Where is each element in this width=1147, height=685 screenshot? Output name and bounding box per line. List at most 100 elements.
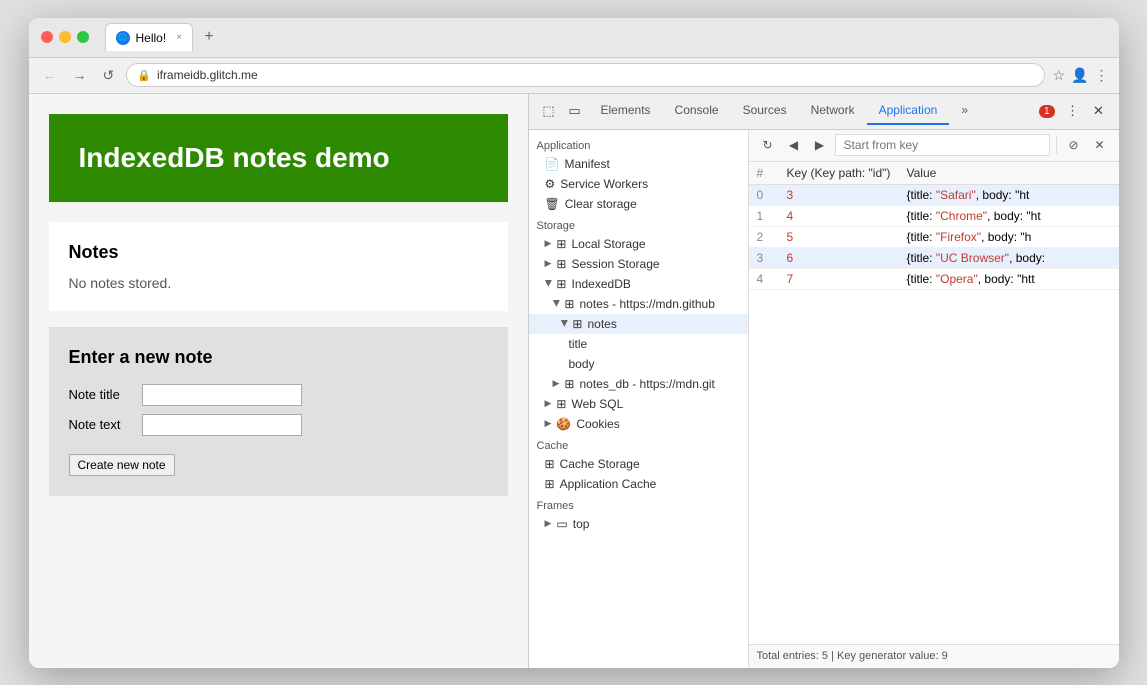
device-toolbar-icon[interactable]: ▭	[563, 99, 587, 123]
address-bar: ← → ↺ 🔒 iframeidb.glitch.me ☆ 👤 ⋮	[29, 58, 1119, 94]
cell-value: {title: "Chrome", body: "ht	[899, 205, 1119, 226]
cell-key: 3	[779, 184, 899, 205]
sidebar-item-application-cache[interactable]: ⊞ Application Cache	[529, 474, 748, 494]
sidebar-item-local-storage[interactable]: ▶ ⊞ Local Storage	[529, 234, 748, 254]
bookmark-icon[interactable]: ☆	[1053, 67, 1066, 84]
tab-elements[interactable]: Elements	[589, 97, 663, 125]
back-button[interactable]: ←	[39, 65, 61, 85]
sidebar-item-session-storage[interactable]: ▶ ⊞ Session Storage	[529, 254, 748, 274]
sidebar-item-body[interactable]: body	[529, 354, 748, 374]
devtools-close-icon[interactable]: ✕	[1087, 99, 1111, 123]
note-text-input[interactable]	[142, 414, 302, 436]
section-storage-label: Storage	[529, 214, 748, 234]
tab-application[interactable]: Application	[867, 97, 950, 125]
notes-section: Notes No notes stored.	[49, 222, 508, 311]
delete-entry-button[interactable]: ⊘	[1063, 134, 1085, 156]
cell-key: 7	[779, 268, 899, 289]
table-row[interactable]: 36{title: "UC Browser", body:	[749, 247, 1119, 268]
sidebar-item-top-frame[interactable]: ▶ ▭ top	[529, 514, 748, 534]
menu-icon[interactable]: ⋮	[1095, 67, 1109, 84]
devtools-tabs: Elements Console Sources Network Applica…	[589, 97, 1037, 125]
clear-button[interactable]: ✕	[1089, 134, 1111, 156]
notes-heading: Notes	[69, 242, 488, 263]
sidebar-item-title[interactable]: title	[529, 334, 748, 354]
sidebar-item-service-workers[interactable]: ⚙ Service Workers	[529, 174, 748, 194]
local-storage-arrow: ▶	[545, 238, 552, 249]
cookies-label: Cookies	[576, 417, 619, 431]
page-heading: IndexedDB notes demo	[79, 142, 478, 174]
websql-icon: ⊞	[556, 397, 566, 411]
table-row[interactable]: 14{title: "Chrome", body: "ht	[749, 205, 1119, 226]
tab-network[interactable]: Network	[799, 97, 867, 125]
note-title-label: Note title	[69, 387, 134, 402]
cache-storage-label: Cache Storage	[560, 457, 640, 471]
active-tab[interactable]: 🌐 Hello! ×	[105, 23, 194, 51]
sidebar-item-notes-db[interactable]: ▶ ⊞ notes - https://mdn.github	[529, 294, 748, 314]
table-header-row: # Key (Key path: "id") Value	[749, 162, 1119, 185]
notes-label: notes	[587, 317, 616, 331]
maximize-button[interactable]	[77, 31, 89, 43]
note-text-row: Note text	[69, 414, 488, 436]
devtools-sidebar: Application 📄 Manifest ⚙ Service Workers…	[529, 130, 749, 668]
sidebar-item-notes[interactable]: ▶ ⊞ notes	[529, 314, 748, 334]
notes-db-label: notes - https://mdn.github	[579, 297, 714, 311]
reload-button[interactable]: ↺	[99, 65, 119, 86]
manifest-icon: 📄	[545, 157, 560, 171]
no-notes-text: No notes stored.	[69, 275, 488, 291]
tab-console[interactable]: Console	[663, 97, 731, 125]
forward-button[interactable]: →	[69, 65, 91, 85]
cell-index: 0	[749, 184, 779, 205]
inspect-element-icon[interactable]: ⬚	[537, 99, 561, 123]
local-storage-label: Local Storage	[571, 237, 645, 251]
key-input[interactable]	[835, 134, 1050, 156]
sidebar-item-websql[interactable]: ▶ ⊞ Web SQL	[529, 394, 748, 414]
new-tab-button[interactable]: +	[197, 25, 221, 49]
application-cache-label: Application Cache	[560, 477, 657, 491]
tab-bar: 🌐 Hello! × +	[105, 23, 1107, 51]
section-cache-label: Cache	[529, 434, 748, 454]
create-note-button[interactable]: Create new note	[69, 454, 175, 476]
clear-storage-label: Clear storage	[565, 197, 637, 211]
table-row[interactable]: 47{title: "Opera", body: "htt	[749, 268, 1119, 289]
tab-more[interactable]: »	[949, 97, 980, 125]
sidebar-item-notes-db2[interactable]: ▶ ⊞ notes_db - https://mdn.git	[529, 374, 748, 394]
cache-storage-icon: ⊞	[545, 457, 555, 471]
websql-label: Web SQL	[571, 397, 623, 411]
manifest-label: Manifest	[564, 157, 609, 171]
profile-icon[interactable]: 👤	[1071, 67, 1088, 84]
notes-icon: ⊞	[572, 317, 582, 331]
sidebar-item-indexeddb[interactable]: ▶ ⊞ IndexedDB	[529, 274, 748, 294]
col-header-value: Value	[899, 162, 1119, 185]
tab-sources[interactable]: Sources	[731, 97, 799, 125]
prev-key-button[interactable]: ◀	[783, 134, 805, 156]
indexeddb-icon: ⊞	[556, 277, 566, 291]
indexeddb-arrow: ▶	[542, 280, 553, 287]
top-frame-label: top	[573, 517, 590, 531]
devtools-settings-icon[interactable]: ⋮	[1061, 99, 1085, 123]
title-bar: 🌐 Hello! × +	[29, 18, 1119, 58]
sidebar-item-manifest[interactable]: 📄 Manifest	[529, 154, 748, 174]
table-row[interactable]: 25{title: "Firefox", body: "h	[749, 226, 1119, 247]
section-frames-label: Frames	[529, 494, 748, 514]
close-button[interactable]	[41, 31, 53, 43]
new-note-section: Enter a new note Note title Note text Cr…	[49, 327, 508, 496]
cell-index: 1	[749, 205, 779, 226]
tab-close-icon[interactable]: ×	[176, 32, 182, 43]
cell-value: {title: "Firefox", body: "h	[899, 226, 1119, 247]
url-bar[interactable]: 🔒 iframeidb.glitch.me	[126, 63, 1044, 87]
note-title-row: Note title	[69, 384, 488, 406]
note-title-input[interactable]	[142, 384, 302, 406]
sidebar-item-clear-storage[interactable]: 🗑 Clear storage	[529, 194, 748, 214]
table-row[interactable]: 03{title: "Safari", body: "ht	[749, 184, 1119, 205]
cell-index: 2	[749, 226, 779, 247]
refresh-db-button[interactable]: ↻	[757, 134, 779, 156]
minimize-button[interactable]	[59, 31, 71, 43]
sidebar-item-cache-storage[interactable]: ⊞ Cache Storage	[529, 454, 748, 474]
devtools-panel: ⬚ ▭ Elements Console Sources Network App…	[529, 94, 1119, 668]
devtools-actions: 1 ⋮ ✕	[1039, 99, 1111, 123]
col-header-index: #	[749, 162, 779, 185]
secondary-toolbar: ↻ ◀ ▶ ⊘ ✕	[749, 130, 1119, 162]
sidebar-item-cookies[interactable]: ▶ 🍪 Cookies	[529, 414, 748, 434]
notes-db2-arrow: ▶	[553, 378, 560, 389]
next-key-button[interactable]: ▶	[809, 134, 831, 156]
